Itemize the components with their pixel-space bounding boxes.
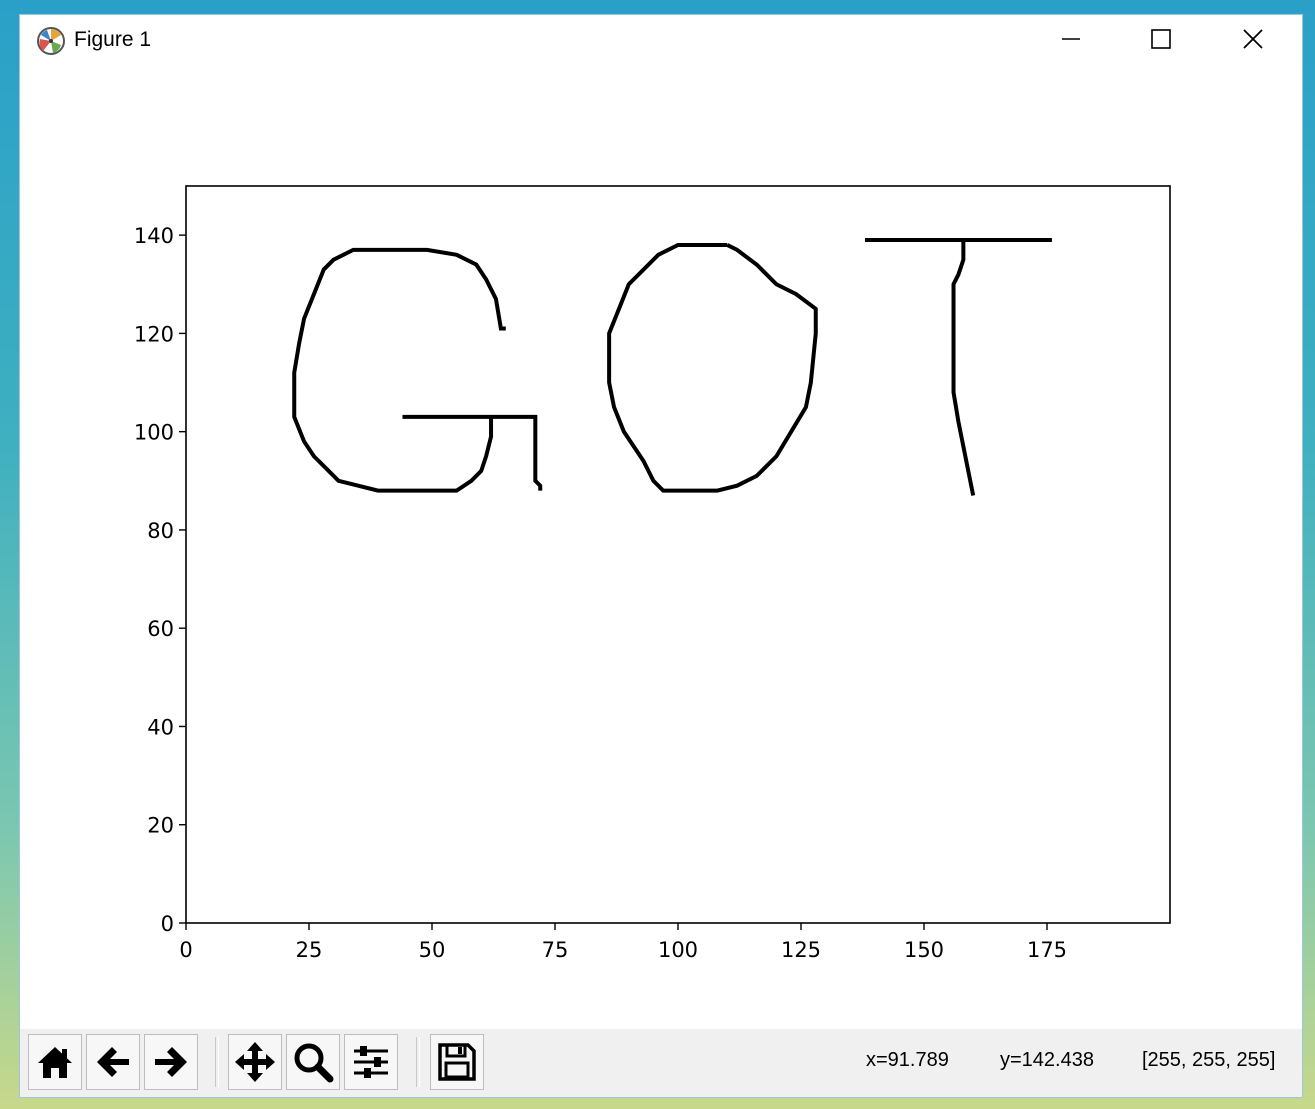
arrow-left-icon — [97, 1047, 129, 1077]
home-icon — [38, 1047, 72, 1078]
minimize-icon — [1062, 38, 1080, 40]
y-tick-label: 20 — [147, 814, 174, 838]
y-tick-label: 140 — [134, 224, 174, 248]
move-icon — [235, 1042, 275, 1082]
close-button[interactable] — [1207, 15, 1299, 63]
plot-axes-area[interactable]: 0 25 50 75 100 125 150 175 0 20 40 60 80 100 120 140 — [20, 65, 1302, 1029]
maximize-icon — [1151, 29, 1171, 49]
x-tick-label: 150 — [904, 938, 944, 962]
figure-window: Figure 1 0 25 50 75 100 125 150 175 0 20 40 60 80 100… — [20, 15, 1302, 1097]
toolbar-separator — [416, 1037, 420, 1087]
axes-frame — [185, 185, 1171, 924]
matplotlib-logo-icon — [37, 27, 65, 55]
navigation-toolbar: x=91.789 y=142.438 [255, 255, 255] — [20, 1029, 1302, 1097]
home-button[interactable] — [28, 1034, 82, 1090]
back-button[interactable] — [86, 1034, 140, 1090]
x-tick-label: 25 — [296, 938, 323, 962]
x-tick-label: 100 — [658, 938, 698, 962]
x-tick-label: 0 — [179, 938, 192, 962]
y-tick-label: 40 — [147, 715, 174, 739]
y-tick-label: 80 — [147, 519, 174, 543]
save-button[interactable] — [430, 1034, 484, 1090]
y-tick-label: 100 — [134, 421, 174, 445]
minimize-button[interactable] — [1025, 15, 1117, 63]
x-tick-label: 50 — [419, 938, 446, 962]
y-tick-label: 60 — [147, 617, 174, 641]
figure-canvas[interactable]: 0 25 50 75 100 125 150 175 0 20 40 60 80 100 120 140 — [20, 65, 1302, 1029]
y-tick-label: 120 — [134, 322, 174, 346]
title-bar[interactable]: Figure 1 — [20, 15, 1302, 65]
window-title: Figure 1 — [74, 28, 152, 51]
x-tick-label: 125 — [781, 938, 821, 962]
maximize-button[interactable] — [1115, 15, 1207, 63]
cursor-x-readout: x=91.789 — [866, 1049, 949, 1071]
x-tick-label: 175 — [1027, 938, 1067, 962]
close-icon — [1243, 29, 1263, 49]
zoom-button[interactable] — [286, 1034, 340, 1090]
x-tick-label: 75 — [542, 938, 569, 962]
forward-button[interactable] — [144, 1034, 198, 1090]
configure-subplots-button[interactable] — [344, 1034, 398, 1090]
pixel-value-readout: [255, 255, 255] — [1142, 1049, 1276, 1071]
sliders-icon — [354, 1046, 388, 1078]
pan-button[interactable] — [228, 1034, 282, 1090]
floppy-disk-icon — [438, 1043, 476, 1081]
magnifier-icon — [294, 1043, 334, 1083]
toolbar-separator — [215, 1037, 219, 1087]
y-tick-label: 0 — [161, 912, 174, 936]
cursor-y-readout: y=142.438 — [1000, 1049, 1094, 1071]
arrow-right-icon — [155, 1047, 187, 1077]
